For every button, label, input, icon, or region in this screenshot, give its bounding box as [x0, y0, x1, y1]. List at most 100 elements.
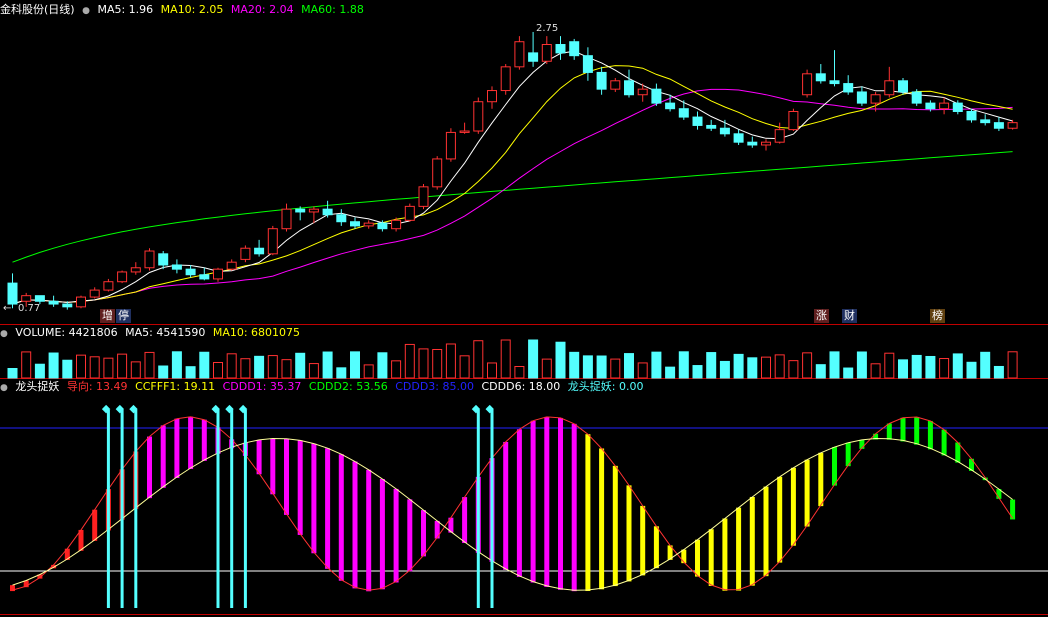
badge-zhang[interactable]: 涨	[814, 309, 829, 323]
candle-body	[747, 141, 758, 146]
volume-bar	[966, 361, 977, 379]
indicator-bar	[325, 448, 331, 569]
ma5-line	[12, 50, 1013, 305]
volume-bar	[34, 363, 45, 379]
volume-bar	[76, 354, 86, 379]
indicator-bar	[393, 488, 399, 583]
volume-bar	[295, 352, 306, 379]
badge-cai[interactable]: 财	[842, 309, 857, 323]
volume-bar	[459, 355, 470, 379]
diamond-icon: ◆	[225, 402, 234, 415]
badge-bang[interactable]: 榜	[930, 309, 945, 323]
volume-bar	[445, 343, 456, 379]
volume-bar	[213, 361, 223, 379]
stock-chart-canvas[interactable]: ◆ ◆ ◆ ◆ ◆ ◆ ◆ ◆ 2.75 0.77 ←	[0, 0, 1048, 617]
indicator-bar	[612, 465, 618, 587]
indicator-bar	[832, 447, 837, 486]
candle-body	[391, 219, 402, 230]
candle-body	[48, 300, 59, 305]
candle-body	[774, 129, 785, 143]
volume-bar	[48, 352, 59, 379]
volume-bar	[582, 355, 593, 379]
volume-bar	[706, 352, 717, 379]
candle-body	[76, 296, 86, 308]
candle-body	[363, 222, 374, 227]
volume-bar	[761, 356, 771, 379]
candle-body	[500, 66, 511, 92]
volume-bar	[391, 360, 402, 379]
badge-ting[interactable]: 停	[116, 309, 131, 323]
diamond-icon: ◆	[212, 402, 221, 415]
candle-body	[596, 71, 607, 90]
candle-body	[267, 228, 278, 255]
volume-bar	[884, 352, 895, 379]
candle-body	[761, 141, 771, 146]
volume-bar	[487, 362, 497, 379]
volume-bar	[637, 362, 648, 379]
longtou-signal-bar	[120, 410, 124, 608]
candle-body	[898, 80, 908, 93]
indicator-bar	[201, 419, 207, 461]
ma60-line	[12, 151, 1013, 263]
candle-body	[665, 102, 676, 110]
candle-body	[62, 303, 73, 308]
candle-body	[254, 247, 265, 255]
diamond-icon: ◆	[102, 402, 111, 415]
candle-body	[815, 73, 826, 82]
volume-bar	[555, 341, 566, 379]
candle-body	[1007, 122, 1018, 129]
candle-body	[610, 80, 621, 90]
indicator-bar	[681, 549, 687, 564]
volume-bar	[432, 348, 443, 379]
volume-bar	[898, 359, 908, 379]
indicator-bar	[366, 469, 372, 592]
candle-body	[706, 124, 717, 129]
candle-body	[692, 116, 703, 126]
candle-body	[418, 186, 429, 207]
volume-bar	[692, 365, 703, 379]
indicator-bar	[147, 436, 152, 499]
indicator-bar	[790, 467, 796, 546]
indicator-bar	[530, 420, 536, 583]
candle-body	[569, 41, 580, 57]
volume-bar	[7, 368, 18, 379]
volume-bar	[541, 358, 552, 379]
candle-body	[199, 274, 210, 280]
candle-body	[185, 268, 196, 276]
indicator-bar	[777, 476, 783, 563]
candle-body	[459, 130, 470, 133]
candle-body	[158, 253, 169, 266]
volume-bar	[473, 340, 484, 379]
indicator-bar	[955, 442, 961, 463]
candle-body	[678, 108, 689, 118]
volume-bar	[856, 351, 867, 379]
indicator-bar	[695, 539, 700, 577]
candle-body	[336, 214, 347, 223]
volume-bar	[911, 354, 922, 379]
volume-bar	[815, 364, 826, 379]
diamond-icon: ◆	[116, 402, 125, 415]
candle-body	[870, 94, 881, 104]
badge-zeng[interactable]: 增	[100, 309, 115, 323]
candle-body	[802, 73, 813, 96]
volume-bar	[788, 360, 799, 379]
candle-body	[582, 55, 593, 73]
diamond-icon: ◆	[239, 402, 248, 415]
volume-bar	[610, 358, 621, 379]
candle-body	[213, 268, 223, 280]
volume-bar	[665, 366, 676, 379]
indicator-bar	[749, 496, 755, 586]
volume-bar	[1007, 351, 1018, 379]
indicator-bar	[421, 510, 426, 557]
indicator-bar	[818, 452, 824, 507]
indicator-bar	[256, 439, 262, 475]
volume-bar	[322, 351, 333, 379]
indicator-bar	[585, 434, 591, 592]
indicator-bar	[407, 499, 413, 572]
volume-bar	[185, 366, 196, 379]
diamond-icon: ◆	[472, 402, 481, 415]
candle-body	[89, 289, 100, 298]
indicator-bar	[92, 509, 98, 541]
indicator-bar	[10, 585, 15, 592]
volume-panel	[7, 339, 1018, 379]
